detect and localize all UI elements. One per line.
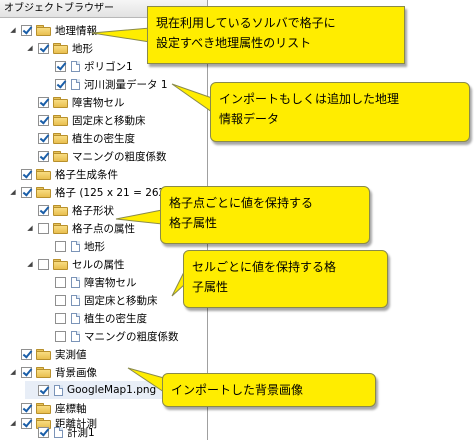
callout-line: 格子点ごとに値を保持する (169, 196, 314, 210)
callout-background-tail (127, 367, 165, 393)
callout-cell-attributes: セルごとに値を保持する格 子属性 (183, 250, 388, 308)
callout-line: 格子属性 (169, 216, 218, 230)
callout-imported-data: インポートもしくは追加した地理 情報データ (210, 82, 470, 142)
callout-geo-attributes: 現在利用しているソルバで格子に 設定すべき地理属性のリスト (147, 6, 405, 64)
callout-line: インポートもしくは追加した地理 (219, 92, 400, 106)
callout-gridpoint-tail (115, 209, 163, 225)
callout-gridpoint-attributes: 格子点ごとに値を保持する 格子属性 (160, 186, 370, 244)
callout-background-image: インポートした背景画像 (162, 373, 376, 407)
callout-line: 現在利用しているソルバで格子に (156, 16, 336, 30)
callout-import-tail (171, 83, 213, 113)
callout-line: 子属性 (192, 280, 229, 294)
callout-line: 設定すべき地理属性のリスト (156, 36, 312, 50)
callout-geo-tail (91, 27, 151, 43)
callout-line: 情報データ (219, 112, 280, 126)
callout-line: セルごとに値を保持する格 (192, 260, 337, 274)
callout-line: インポートした背景画像 (171, 383, 304, 397)
